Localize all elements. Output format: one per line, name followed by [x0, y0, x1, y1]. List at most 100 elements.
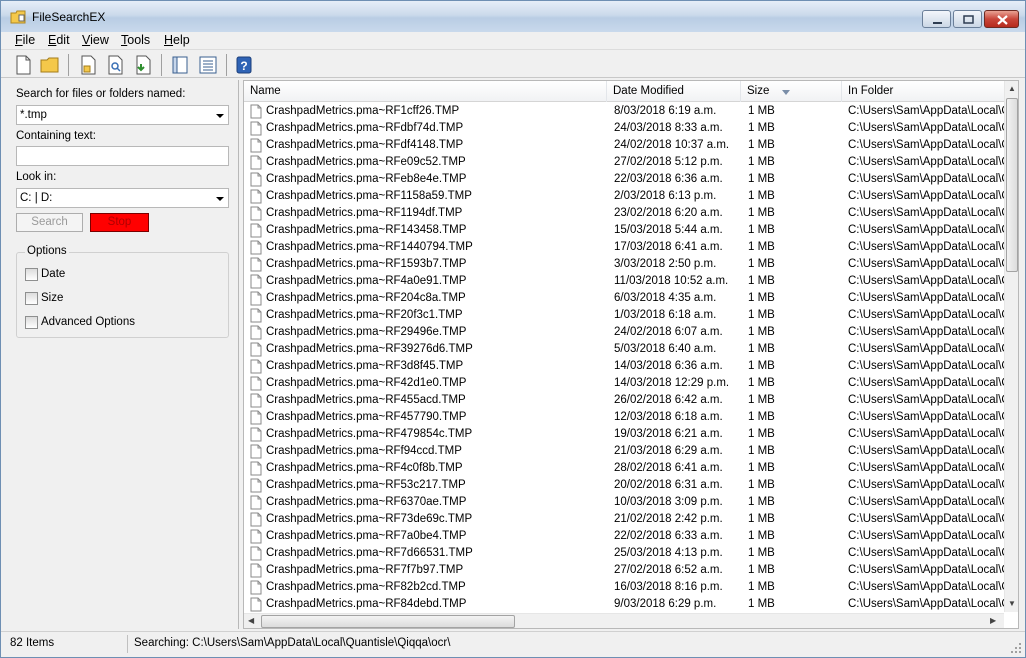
title-bar[interactable]: FileSearchEX [1, 1, 1025, 32]
column-header-date-modified[interactable]: Date Modified [607, 81, 741, 102]
table-row[interactable]: CrashpadMetrics.pma~RF82b2cd.TMP 16/03/20… [244, 579, 1004, 596]
column-header-name[interactable]: Name [244, 81, 607, 102]
resize-grip-icon[interactable] [1010, 642, 1022, 654]
table-row[interactable]: CrashpadMetrics.pma~RF73de69c.TMP 21/02/2… [244, 511, 1004, 528]
advanced-options-label[interactable]: Advanced Options [41, 316, 135, 328]
scroll-up-icon[interactable]: ▲ [1008, 84, 1016, 93]
scroll-right-icon[interactable]: ▶ [990, 616, 996, 625]
table-row[interactable]: CrashpadMetrics.pma~RFe09c52.TMP 27/02/20… [244, 154, 1004, 171]
maximize-button[interactable] [953, 10, 982, 28]
table-row[interactable]: CrashpadMetrics.pma~RF4c0f8b.TMP 28/02/20… [244, 460, 1004, 477]
file-name-cell: CrashpadMetrics.pma~RF455acd.TMP [266, 394, 466, 406]
file-icon [250, 206, 262, 221]
minimize-button[interactable] [922, 10, 951, 28]
table-row[interactable]: CrashpadMetrics.pma~RFdf4148.TMP 24/02/20… [244, 137, 1004, 154]
table-row[interactable]: CrashpadMetrics.pma~RF1cff26.TMP 8/03/201… [244, 103, 1004, 120]
look-in-combo[interactable]: C: | D: [16, 188, 229, 208]
table-row[interactable]: CrashpadMetrics.pma~RF457790.TMP 12/03/20… [244, 409, 1004, 426]
close-button[interactable] [984, 10, 1019, 28]
open-folder-icon[interactable] [39, 54, 61, 76]
table-row[interactable]: CrashpadMetrics.pma~RF204c8a.TMP 6/03/201… [244, 290, 1004, 307]
advanced-options-checkbox[interactable] [25, 316, 38, 329]
file-icon [250, 257, 262, 272]
in-folder-cell: C:\Users\Sam\AppData\Local\G [848, 411, 1004, 423]
menu-help[interactable]: Help [164, 33, 190, 47]
vertical-scroll-thumb[interactable] [1006, 98, 1018, 272]
table-row[interactable]: CrashpadMetrics.pma~RF20f3c1.TMP 1/03/201… [244, 307, 1004, 324]
size-cell: 1 MB [748, 139, 775, 151]
file-icon [250, 342, 262, 357]
scroll-down-icon[interactable]: ▼ [1008, 599, 1016, 608]
date-modified-cell: 14/03/2018 12:29 p.m. [614, 377, 730, 389]
size-option-label[interactable]: Size [41, 292, 63, 304]
table-row[interactable]: CrashpadMetrics.pma~RF479854c.TMP 19/03/2… [244, 426, 1004, 443]
table-row[interactable]: CrashpadMetrics.pma~RF4a0e91.TMP 11/03/20… [244, 273, 1004, 290]
table-row[interactable]: CrashpadMetrics.pma~RF1158a59.TMP 2/03/20… [244, 188, 1004, 205]
horizontal-scrollbar[interactable]: ◀ ▶ [244, 613, 1004, 628]
size-checkbox[interactable] [25, 292, 38, 305]
table-row[interactable]: CrashpadMetrics.pma~RF143458.TMP 15/03/20… [244, 222, 1004, 239]
export-icon[interactable] [132, 54, 154, 76]
vertical-scrollbar[interactable]: ▲ ▼ [1004, 81, 1018, 612]
menu-file[interactable]: File [15, 33, 35, 47]
size-cell: 1 MB [748, 343, 775, 355]
search-name-combo[interactable]: *.tmp [16, 105, 229, 125]
date-modified-cell: 24/03/2018 8:33 a.m. [614, 122, 723, 134]
menu-view[interactable]: View [82, 33, 109, 47]
menu-edit[interactable]: Edit [48, 33, 70, 47]
table-row[interactable]: CrashpadMetrics.pma~RF455acd.TMP 26/02/20… [244, 392, 1004, 409]
size-cell: 1 MB [748, 326, 775, 338]
table-row[interactable]: CrashpadMetrics.pma~RF29496e.TMP 24/02/20… [244, 324, 1004, 341]
preview-icon[interactable] [104, 54, 126, 76]
in-folder-cell: C:\Users\Sam\AppData\Local\G [848, 258, 1004, 270]
in-folder-cell: C:\Users\Sam\AppData\Local\G [848, 564, 1004, 576]
date-checkbox[interactable] [25, 268, 38, 281]
file-icon [250, 240, 262, 255]
table-row[interactable]: CrashpadMetrics.pma~RF1194df.TMP 23/02/20… [244, 205, 1004, 222]
size-cell: 1 MB [748, 496, 775, 508]
results-list[interactable]: Name Date Modified Size In Folder Crashp… [243, 80, 1019, 629]
toolbar-separator [68, 54, 69, 76]
search-button[interactable]: Search [16, 213, 83, 232]
searching-status: Searching: C:\Users\Sam\AppData\Local\Qu… [134, 637, 451, 649]
table-row[interactable]: CrashpadMetrics.pma~RF1593b7.TMP 3/03/201… [244, 256, 1004, 273]
date-modified-cell: 14/03/2018 6:36 a.m. [614, 360, 723, 372]
table-row[interactable]: CrashpadMetrics.pma~RF42d1e0.TMP 14/03/20… [244, 375, 1004, 392]
table-row[interactable]: CrashpadMetrics.pma~RF7d66531.TMP 25/03/2… [244, 545, 1004, 562]
file-name-cell: CrashpadMetrics.pma~RF1440794.TMP [266, 241, 473, 253]
file-icon [250, 563, 262, 578]
chevron-down-icon[interactable] [216, 197, 224, 201]
table-row[interactable]: CrashpadMetrics.pma~RF3d8f45.TMP 14/03/20… [244, 358, 1004, 375]
menu-tools[interactable]: Tools [121, 33, 150, 47]
table-row[interactable]: CrashpadMetrics.pma~RF84debd.TMP 9/03/201… [244, 596, 1004, 613]
table-row[interactable]: CrashpadMetrics.pma~RF7f7b97.TMP 27/02/20… [244, 562, 1004, 579]
table-row[interactable]: CrashpadMetrics.pma~RFf94ccd.TMP 21/03/20… [244, 443, 1004, 460]
table-row[interactable]: CrashpadMetrics.pma~RF53c217.TMP 20/02/20… [244, 477, 1004, 494]
date-modified-cell: 21/02/2018 2:42 p.m. [614, 513, 723, 525]
size-cell: 1 MB [748, 360, 775, 372]
column-header-size[interactable]: Size [741, 81, 842, 102]
panel-toggle-icon[interactable] [169, 54, 191, 76]
properties-icon[interactable] [77, 54, 99, 76]
chevron-down-icon[interactable] [216, 114, 224, 118]
file-name-cell: CrashpadMetrics.pma~RF457790.TMP [266, 411, 467, 423]
column-header-in-folder[interactable]: In Folder [842, 81, 1004, 102]
table-row[interactable]: CrashpadMetrics.pma~RF1440794.TMP 17/03/2… [244, 239, 1004, 256]
date-option-label[interactable]: Date [41, 268, 65, 280]
table-row[interactable]: CrashpadMetrics.pma~RFdbf74d.TMP 24/03/20… [244, 120, 1004, 137]
table-row[interactable]: CrashpadMetrics.pma~RF6370ae.TMP 10/03/20… [244, 494, 1004, 511]
toolbar-separator [161, 54, 162, 76]
table-row[interactable]: CrashpadMetrics.pma~RF39276d6.TMP 5/03/20… [244, 341, 1004, 358]
horizontal-scroll-thumb[interactable] [261, 615, 515, 628]
containing-text-input[interactable] [16, 146, 229, 166]
file-icon [250, 427, 262, 442]
in-folder-cell: C:\Users\Sam\AppData\Local\G [848, 598, 1004, 610]
table-row[interactable]: CrashpadMetrics.pma~RF7a0be4.TMP 22/02/20… [244, 528, 1004, 545]
in-folder-cell: C:\Users\Sam\AppData\Local\G [848, 241, 1004, 253]
stop-button[interactable]: Stop [90, 213, 149, 232]
new-icon[interactable] [12, 54, 34, 76]
scroll-left-icon[interactable]: ◀ [248, 616, 254, 625]
help-icon[interactable]: ? [233, 54, 255, 76]
table-row[interactable]: CrashpadMetrics.pma~RFeb8e4e.TMP 22/03/20… [244, 171, 1004, 188]
details-view-icon[interactable] [197, 54, 219, 76]
